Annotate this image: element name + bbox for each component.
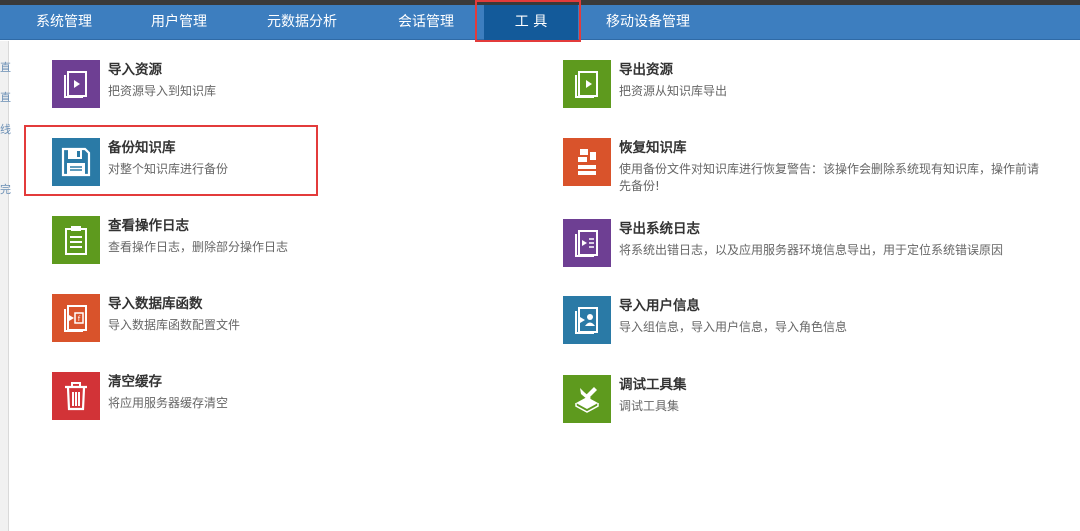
export-book-icon [563, 60, 611, 108]
tool-view-operation-log[interactable]: 查看操作日志 查看操作日志，删除部分操作日志 [52, 216, 288, 264]
tool-desc: 导入组信息，导入用户信息，导入角色信息 [619, 320, 848, 334]
floppy-disk-icon [52, 138, 100, 186]
nav-system-management[interactable]: 系统管理 [36, 5, 92, 40]
svg-text:f: f [78, 315, 81, 323]
tool-debug-toolkit[interactable]: 调试工具集 调试工具集 [563, 375, 687, 423]
tool-restore-knowledge-base[interactable]: 恢复知识库 使用备份文件对知识库进行恢复警告：该操作会删除系统现有知识库，操作前… [563, 138, 1039, 195]
main-nav: 系统管理 用户管理 元数据分析 会话管理 工 具 移动设备管理 [0, 5, 1080, 40]
left-panel-edge: 直 直 线 完 [0, 41, 11, 531]
tool-title: 导出系统日志 [619, 221, 700, 237]
tool-title: 恢复知识库 [619, 140, 687, 156]
tool-desc: 调试工具集 [619, 399, 680, 413]
clipboard-icon [52, 216, 100, 264]
tool-title: 导入数据库函数 [108, 296, 203, 312]
tool-import-db-functions[interactable]: f 导入数据库函数 导入数据库函数配置文件 [52, 294, 240, 342]
edge-char: 直 [0, 91, 11, 104]
tool-export-system-log[interactable]: 导出系统日志 将系统出错日志，以及应用服务器环境信息导出，用于定位系统错误原因 [563, 219, 1003, 267]
tool-desc: 导入数据库函数配置文件 [108, 318, 241, 332]
tool-desc: 将应用服务器缓存清空 [108, 396, 229, 410]
tool-desc: 把资源从知识库导出 [619, 84, 728, 98]
edge-char: 直 [0, 61, 11, 74]
restore-icon [563, 138, 611, 186]
nav-mobile-device-management[interactable]: 移动设备管理 [606, 5, 690, 40]
tool-title: 调试工具集 [619, 377, 687, 393]
tool-title: 清空缓存 [108, 374, 162, 390]
import-user-icon [563, 296, 611, 344]
tool-export-resource[interactable]: 导出资源 把资源从知识库导出 [563, 60, 727, 108]
import-book-icon [52, 60, 100, 108]
tool-desc: 对整个知识库进行备份 [108, 162, 229, 176]
nav-tools[interactable]: 工 具 [484, 5, 578, 40]
tool-desc: 查看操作日志，删除部分操作日志 [108, 240, 289, 254]
trash-icon [52, 372, 100, 420]
tool-title: 导出资源 [619, 62, 673, 78]
tool-title: 导入用户信息 [619, 298, 700, 314]
tool-clear-cache[interactable]: 清空缓存 将应用服务器缓存清空 [52, 372, 228, 420]
nav-user-management[interactable]: 用户管理 [151, 5, 207, 40]
tool-import-resource[interactable]: 导入资源 把资源导入到知识库 [52, 60, 216, 108]
edge-char: 完 [0, 183, 11, 196]
edge-char: 线 [0, 123, 11, 136]
tool-desc: 将系统出错日志，以及应用服务器环境信息导出，用于定位系统错误原因 [619, 243, 1004, 257]
nav-metadata-analysis[interactable]: 元数据分析 [267, 5, 337, 40]
tool-title: 备份知识库 [108, 140, 176, 156]
tool-title: 导入资源 [108, 62, 162, 78]
tool-backup-knowledge-base[interactable]: 备份知识库 对整个知识库进行备份 [52, 138, 228, 186]
import-function-icon: f [52, 294, 100, 342]
tool-desc: 把资源导入到知识库 [108, 84, 217, 98]
toolkit-icon [563, 375, 611, 423]
tool-title: 查看操作日志 [108, 218, 189, 234]
tool-import-user-info[interactable]: 导入用户信息 导入组信息，导入用户信息，导入角色信息 [563, 296, 847, 344]
nav-session-management[interactable]: 会话管理 [398, 5, 454, 40]
tool-desc: 使用备份文件对知识库进行恢复警告：该操作会删除系统现有知识库，操作前请先备份! [619, 162, 1040, 193]
export-log-icon [563, 219, 611, 267]
